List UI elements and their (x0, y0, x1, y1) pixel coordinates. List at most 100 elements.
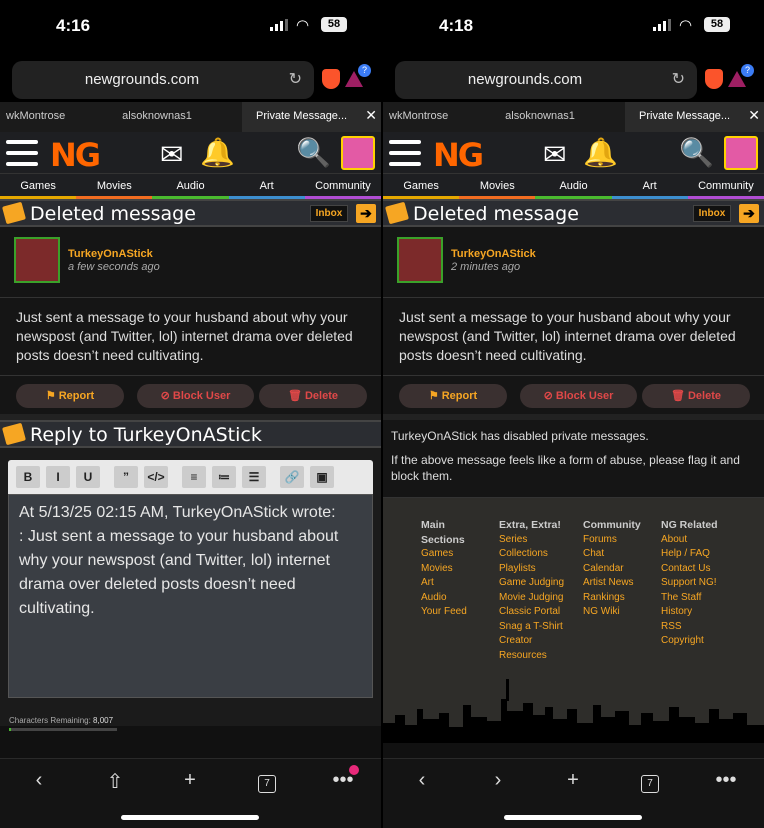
reload-icon[interactable]: ↻ (289, 69, 302, 89)
footer-link[interactable]: Games (421, 547, 491, 562)
plus-icon[interactable]: + (558, 769, 588, 792)
sender-name[interactable]: TurkeyOnAStick (68, 248, 153, 260)
inbox-button[interactable]: Inbox (693, 205, 731, 222)
footer-link[interactable]: History (661, 605, 741, 620)
footer-link[interactable]: Audio (421, 591, 491, 606)
footer-link[interactable]: Movies (421, 562, 491, 577)
footer-link[interactable]: Help / FAQ (661, 547, 741, 562)
footer-link[interactable]: Creator Resources (499, 634, 577, 663)
italic-button[interactable]: I (46, 466, 70, 488)
sender-avatar[interactable] (397, 237, 443, 283)
footer-link[interactable]: Contact Us (661, 562, 741, 577)
footer-link[interactable]: Movie Judging (499, 591, 577, 606)
tab-2[interactable]: alsoknownas1 (455, 102, 625, 132)
hamburger-icon[interactable] (6, 140, 38, 166)
back-icon[interactable]: ‹ (407, 769, 437, 792)
footer-link[interactable]: Art (421, 576, 491, 591)
footer-link[interactable]: Playlists (499, 562, 577, 577)
ng-logo[interactable]: NG (433, 136, 484, 174)
reply-textarea[interactable]: At 5/13/25 02:15 AM, TurkeyOnAStick wrot… (8, 494, 373, 698)
footer-link[interactable]: Copyright (661, 634, 741, 649)
tab-1[interactable]: wkMontrose (383, 102, 455, 132)
battery-indicator: 58 (321, 17, 347, 32)
code-button[interactable]: </> (144, 466, 168, 488)
search-icon[interactable]: 🔍 (679, 136, 714, 169)
underline-button[interactable]: U (76, 466, 100, 488)
block-user-button[interactable]: ⊘ Block User (520, 384, 637, 408)
nav-audio[interactable]: Audio (152, 174, 229, 199)
arrow-right-icon[interactable]: ➔ (739, 204, 759, 223)
nav-art[interactable]: Art (611, 174, 688, 199)
report-button[interactable]: ⚑ Report (16, 384, 124, 408)
image-button[interactable]: ▣ (310, 466, 334, 488)
brave-lion-icon[interactable] (322, 69, 340, 89)
address-bar[interactable]: newgrounds.com ↻ (395, 61, 697, 99)
ng-logo[interactable]: NG (50, 136, 101, 174)
tab-active[interactable]: Private Message... ✕ (625, 102, 764, 132)
plus-icon[interactable]: + (175, 769, 205, 792)
footer-link[interactable]: Forums (583, 533, 657, 548)
footer-link[interactable]: About (661, 533, 741, 548)
footer-link[interactable]: Chat (583, 547, 657, 562)
block-user-button[interactable]: ⊘ Block User (137, 384, 254, 408)
envelope-icon[interactable]: ✉ (160, 138, 183, 171)
footer-link[interactable]: RSS (661, 620, 741, 635)
tabs-icon[interactable]: 7 (252, 769, 282, 793)
inbox-button[interactable]: Inbox (310, 205, 348, 222)
nav-movies[interactable]: Movies (76, 174, 153, 199)
bell-icon[interactable]: 🔔 (200, 136, 235, 169)
link-button[interactable]: 🔗 (280, 466, 304, 488)
delete-button[interactable]: 🗑 Delete (642, 384, 750, 408)
address-bar[interactable]: newgrounds.com ↻ (12, 61, 314, 99)
bell-icon[interactable]: 🔔 (583, 136, 618, 169)
more-icon[interactable]: ••• (711, 769, 741, 792)
close-icon[interactable]: ✕ (365, 107, 377, 124)
ordered-list-button[interactable]: ≔ (212, 466, 236, 488)
footer-link[interactable]: NG Wiki (583, 605, 657, 620)
footer-link[interactable]: Game Judging (499, 576, 577, 591)
report-button[interactable]: ⚑ Report (399, 384, 507, 408)
footer-link[interactable]: The Staff (661, 591, 741, 606)
footer-link[interactable]: Artist News (583, 576, 657, 591)
search-icon[interactable]: 🔍 (296, 136, 331, 169)
tab-1[interactable]: wkMontrose (0, 102, 72, 132)
nav-community[interactable]: Community (687, 174, 764, 199)
share-icon[interactable]: ⇧ (100, 769, 130, 794)
close-icon[interactable]: ✕ (748, 107, 760, 124)
delete-button[interactable]: 🗑 Delete (259, 384, 367, 408)
avatar[interactable] (341, 136, 375, 170)
quote-body: : Just sent a message to your husband ab… (19, 528, 339, 617)
footer-link[interactable]: Your Feed (421, 605, 491, 620)
nav-art[interactable]: Art (228, 174, 305, 199)
nav-audio[interactable]: Audio (535, 174, 612, 199)
avatar[interactable] (724, 136, 758, 170)
arrow-right-icon[interactable]: ➔ (356, 204, 376, 223)
brave-lion-icon[interactable] (705, 69, 723, 89)
bold-button[interactable]: B (16, 466, 40, 488)
bullet-list-button[interactable]: ☰ (242, 466, 266, 488)
tab-2[interactable]: alsoknownas1 (72, 102, 242, 132)
nav-community[interactable]: Community (304, 174, 381, 199)
footer-link[interactable]: Series (499, 533, 577, 548)
nav-games[interactable]: Games (383, 174, 460, 199)
ng-header: NG ✉ 🔔 🔍 (383, 132, 764, 174)
sender-avatar[interactable] (14, 237, 60, 283)
footer-link[interactable]: Rankings (583, 591, 657, 606)
footer-link[interactable]: Classic Portal (499, 605, 577, 620)
forward-icon[interactable]: › (483, 769, 513, 792)
nav-games[interactable]: Games (0, 174, 77, 199)
tab-active[interactable]: Private Message... ✕ (242, 102, 381, 132)
footer-link[interactable]: Support NG! (661, 576, 741, 591)
footer-link[interactable]: Collections (499, 547, 577, 562)
reload-icon[interactable]: ↻ (672, 69, 685, 89)
hamburger-icon[interactable] (389, 140, 421, 166)
sender-name[interactable]: TurkeyOnAStick (451, 248, 536, 260)
nav-movies[interactable]: Movies (459, 174, 536, 199)
quote-button[interactable]: ” (114, 466, 138, 488)
footer-link[interactable]: Calendar (583, 562, 657, 577)
footer-link[interactable]: Snag a T-Shirt (499, 620, 577, 635)
back-icon[interactable]: ‹ (24, 769, 54, 792)
tabs-icon[interactable]: 7 (635, 769, 665, 793)
envelope-icon[interactable]: ✉ (543, 138, 566, 171)
align-button[interactable]: ≡ (182, 466, 206, 488)
